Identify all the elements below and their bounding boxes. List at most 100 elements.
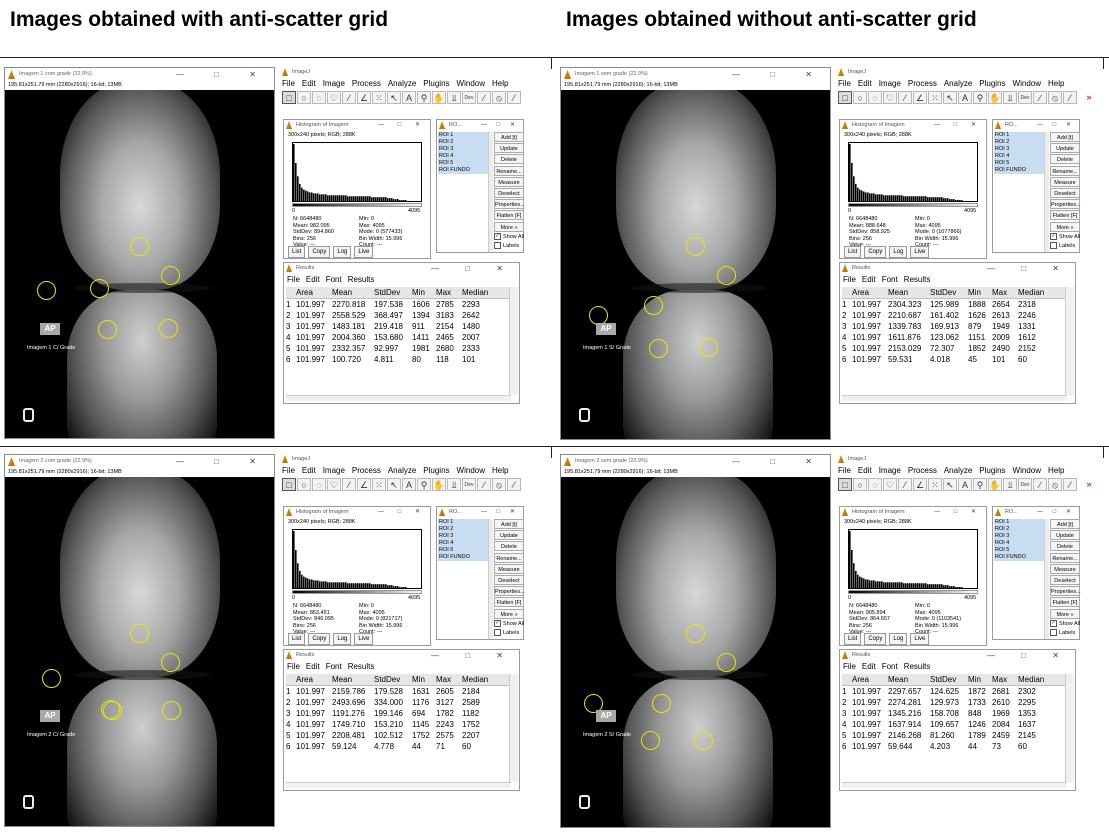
tool-button-7[interactable]: ⁙ [372, 478, 386, 491]
xray-titlebar[interactable]: Imagem 1 sem grade (22.9%) — □ ✕ [561, 68, 830, 81]
xray-image-canvas[interactable]: AP Imagem 1 S/ Grade [561, 90, 830, 439]
tool-button-10[interactable]: ⚲ [417, 91, 431, 104]
roi-list-item[interactable]: ROI 1 [438, 519, 488, 526]
roi-list-item[interactable]: ROI 3 [438, 146, 488, 153]
column-header[interactable]: Area [296, 674, 332, 685]
tool-button-2[interactable]: ○ [853, 478, 867, 491]
results-menu-edit[interactable]: Edit [862, 275, 876, 284]
tool-button-13[interactable]: Dev [462, 478, 476, 491]
roi-circle-3[interactable] [90, 279, 109, 298]
results-titlebar[interactable]: Results — □ ✕ [840, 650, 1075, 661]
roi-rename-button[interactable]: Rename... [1050, 165, 1080, 176]
histogram-list-button[interactable]: List [288, 633, 306, 645]
histogram-copy-button[interactable]: Copy [308, 246, 331, 258]
menu-window[interactable]: Window [457, 79, 485, 88]
roi-circle-3[interactable] [644, 296, 663, 315]
roi-circle-2[interactable] [161, 653, 180, 672]
histogram-titlebar[interactable]: Histogram of Imagem — □ ✕ [284, 507, 430, 518]
histogram-list-button[interactable]: List [844, 246, 862, 258]
histogram-copy-button[interactable]: Copy [308, 633, 331, 645]
results-horizontal-scrollbar[interactable] [842, 395, 1067, 401]
results-menu-results[interactable]: Results [348, 275, 375, 284]
menu-image[interactable]: Image [323, 79, 345, 88]
roi-circle-6[interactable] [694, 731, 713, 750]
tool-button-4[interactable]: ♡ [883, 91, 897, 104]
window-controls[interactable]: — □ ✕ [431, 263, 515, 274]
window-controls[interactable]: — □ ✕ [987, 263, 1071, 274]
roi-flattenf-button[interactable]: Flatten [F] [494, 597, 524, 608]
menu-help[interactable]: Help [1048, 79, 1064, 88]
column-header[interactable]: Max [436, 674, 462, 685]
roi-list-item[interactable]: ROI 4 [994, 153, 1044, 160]
results-vertical-scrollbar[interactable] [1065, 287, 1074, 395]
menu-edit[interactable]: Edit [858, 79, 872, 88]
results-horizontal-scrollbar[interactable] [286, 395, 511, 401]
menu-process[interactable]: Process [352, 79, 381, 88]
tool-button-11[interactable]: ✋ [432, 91, 446, 104]
menu-plugins[interactable]: Plugins [979, 466, 1005, 475]
roi-list-item[interactable]: ROI 4 [438, 153, 488, 160]
roi-list-item[interactable]: ROI 2 [994, 139, 1044, 146]
roi-list-item[interactable]: ROI 3 [994, 146, 1044, 153]
results-menu-results[interactable]: Results [348, 662, 375, 671]
tool-button-5[interactable]: ⁄ [898, 478, 912, 491]
show-all-checkbox[interactable]: ✓ Show All [494, 619, 524, 629]
tool-button-15[interactable]: ⦸ [492, 478, 506, 491]
roi-more-button[interactable]: More » [494, 608, 524, 619]
roi-deselect-button[interactable]: Deselect [494, 187, 524, 198]
menu-analyze[interactable]: Analyze [944, 79, 972, 88]
roi-flattenf-button[interactable]: Flatten [F] [1050, 210, 1080, 221]
tool-button-11[interactable]: ✋ [988, 91, 1002, 104]
tool-button-7[interactable]: ⁙ [372, 91, 386, 104]
column-header[interactable]: StdDev [374, 674, 412, 685]
histogram-titlebar[interactable]: Histogram of Imagem — □ ✕ [284, 120, 430, 131]
table-row[interactable]: 3 101.997 1339.783 169.913 879 1949 1331 [842, 321, 1067, 332]
tool-button-1[interactable]: □ [838, 91, 852, 104]
histogram-titlebar[interactable]: Histogram of Imagem — □ ✕ [840, 507, 986, 518]
roi-list-item[interactable]: ROI 4 [438, 540, 488, 547]
window-controls[interactable]: — □ ✕ [934, 507, 982, 518]
table-row[interactable]: 5 101.997 2146.268 81.260 1789 2459 2145 [842, 730, 1067, 741]
roi-circle-1[interactable] [130, 237, 149, 256]
tool-button-14[interactable]: ∕ [477, 91, 491, 104]
tool-button-2[interactable]: ○ [297, 91, 311, 104]
tool-button-1[interactable]: □ [282, 478, 296, 491]
roi-list-item[interactable]: ROI 3 [994, 533, 1044, 540]
table-row[interactable]: 1 101.997 2297.657 124.625 1872 2681 2302 [842, 686, 1067, 697]
menu-image[interactable]: Image [323, 466, 345, 475]
roi-circle-4[interactable] [37, 281, 56, 300]
roi-circle-1[interactable] [686, 624, 705, 643]
histogram-copy-button[interactable]: Copy [864, 246, 887, 258]
menu-analyze[interactable]: Analyze [388, 466, 416, 475]
table-row[interactable]: 1 101.997 2270.818 197.538 1606 2785 2293 [286, 299, 511, 310]
table-row[interactable]: 4 101.997 2004.360 153.680 1411 2465 2007 [286, 332, 511, 343]
tool-button-5[interactable]: ⁄ [342, 91, 356, 104]
tool-button-9[interactable]: A [402, 91, 416, 104]
tool-button-3[interactable]: ◌ [868, 91, 882, 104]
table-row[interactable]: 3 101.997 1191.276 199.146 694 1782 1182 [286, 708, 511, 719]
tool-button-6[interactable]: ∠ [913, 478, 927, 491]
roi-measure-button[interactable]: Measure [1050, 563, 1080, 574]
roi-rename-button[interactable]: Rename... [494, 552, 524, 563]
tool-button-14[interactable]: ∕ [1033, 478, 1047, 491]
menu-help[interactable]: Help [492, 466, 508, 475]
tool-button-8[interactable]: ↖ [387, 91, 401, 104]
roi-circle-2[interactable] [717, 266, 736, 285]
window-controls[interactable]: — □ ✕ [176, 68, 270, 81]
window-controls[interactable]: — □ ✕ [378, 120, 426, 131]
tool-button-9[interactable]: A [958, 91, 972, 104]
menu-image[interactable]: Image [879, 79, 901, 88]
tool-button-5[interactable]: ⁄ [342, 478, 356, 491]
xray-window[interactable]: Imagem 1 com grade (22.9%) — □ ✕ 195.81x25… [4, 67, 275, 439]
results-menu-file[interactable]: File [287, 275, 300, 284]
window-controls[interactable]: — □ ✕ [481, 507, 519, 518]
tool-button-1[interactable]: □ [838, 478, 852, 491]
table-row[interactable]: 6 101.997 59.124 4.778 44 71 60 [286, 741, 511, 752]
imagej-titlebar[interactable]: ImageJ [280, 454, 546, 465]
menu-window[interactable]: Window [1013, 466, 1041, 475]
column-header[interactable] [842, 674, 852, 685]
menu-edit[interactable]: Edit [858, 466, 872, 475]
roi-manager-titlebar[interactable]: RO... — □ ✕ [437, 120, 523, 131]
table-row[interactable]: 5 101.997 2153.029 72.307 1852 2490 2152 [842, 343, 1067, 354]
tool-button-8[interactable]: ↖ [387, 478, 401, 491]
